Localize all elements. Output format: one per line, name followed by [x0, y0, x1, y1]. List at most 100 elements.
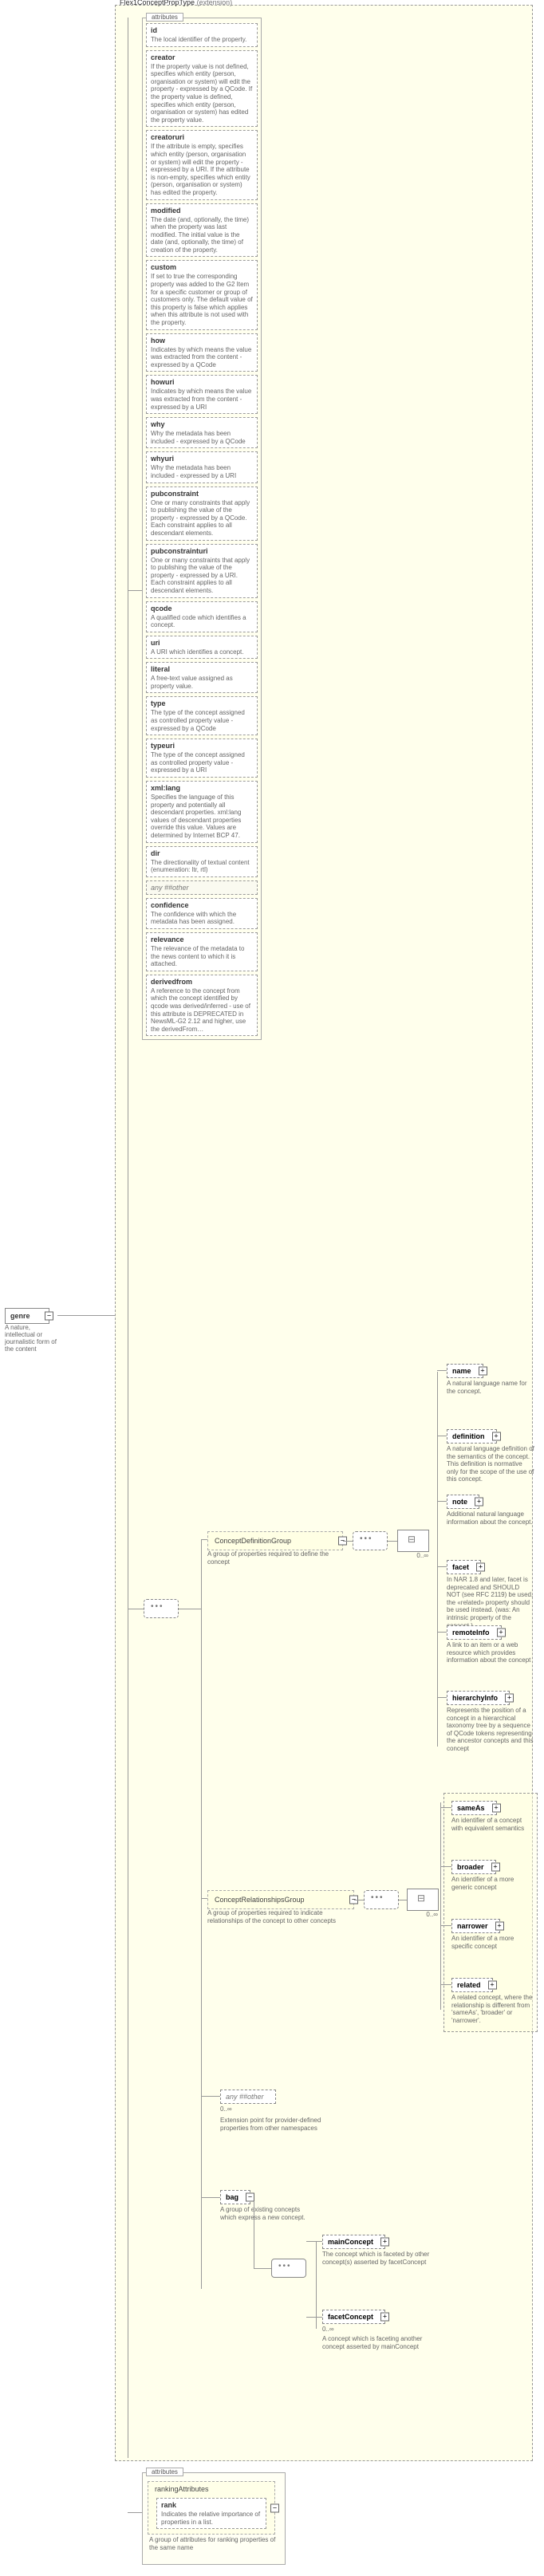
el-name: mainConcept	[328, 2238, 373, 2246]
attr-xml-lang: xml:langSpecifies the language of this p…	[146, 781, 258, 843]
attr-name: uri	[151, 639, 253, 647]
attr-name: confidence	[151, 901, 253, 909]
group-concept-relationships[interactable]: ConceptRelationshipsGroup −	[207, 1890, 354, 1909]
el-doc: An identifier of a more generic concept	[451, 1876, 534, 1891]
choice-connector: 0..∞	[397, 1530, 429, 1552]
expand-icon[interactable]: +	[488, 1981, 497, 1990]
el-name: facetConcept	[328, 2313, 373, 2321]
element-related[interactable]: related+	[451, 1978, 493, 1992]
attr-name: typeuri	[151, 742, 253, 750]
connector	[201, 1539, 207, 1540]
connector	[128, 590, 142, 591]
element-facet-concept[interactable]: facetConcept +	[322, 2310, 385, 2324]
attr-name: custom	[151, 263, 253, 271]
el-name: remoteInfo	[452, 1629, 490, 1637]
el-doc: A group of existing concepts which expre…	[220, 2206, 316, 2221]
attr-name: dir	[151, 849, 253, 857]
root-element[interactable]: genre −	[5, 1308, 49, 1324]
expand-icon[interactable]: +	[505, 1694, 514, 1703]
group-doc: A group of properties required to indica…	[207, 1909, 354, 1924]
group-name: ConceptRelationshipsGroup	[215, 1896, 305, 1904]
attr-name: whyuri	[151, 455, 253, 463]
connector	[201, 1898, 207, 1899]
element-remoteinfo[interactable]: remoteInfo+	[447, 1625, 502, 1640]
attr-name: modified	[151, 207, 253, 215]
attr-name: rank	[161, 2501, 262, 2509]
element-definition[interactable]: definition+	[447, 1429, 497, 1444]
expand-icon[interactable]: +	[380, 2313, 389, 2322]
element-any-other[interactable]: any ##other	[220, 2090, 276, 2104]
expand-icon[interactable]: +	[479, 1367, 487, 1376]
attr-doc: One or many constraints that apply to pu…	[151, 499, 253, 538]
expand-icon[interactable]: +	[491, 1863, 500, 1872]
expand-icon[interactable]: +	[492, 1432, 501, 1441]
el-doc: An identifier of a more specific concept	[451, 1935, 534, 1950]
attr-name: type	[151, 699, 253, 707]
el-doc: An identifier of a concept with equivale…	[451, 1817, 534, 1832]
attr-doc: A URI which identifies a concept.	[151, 648, 253, 656]
attr-id: id The local identifier of the property.	[146, 23, 258, 47]
expand-icon[interactable]: +	[475, 1498, 483, 1507]
attr-rank: rank Indicates the relative importance o…	[156, 2498, 266, 2529]
attr-doc: The date (and, optionally, the time) whe…	[151, 216, 253, 254]
expand-icon[interactable]: +	[476, 1563, 485, 1572]
attr-name: id	[151, 26, 253, 34]
expand-icon[interactable]: +	[380, 2238, 389, 2247]
connector	[440, 1925, 451, 1926]
connector	[437, 1501, 447, 1502]
group-name: rankingAttributes	[155, 2485, 209, 2493]
el-doc: A concept which is faceting another conc…	[322, 2335, 442, 2350]
element-hierarchyinfo[interactable]: hierarchyInfo+	[447, 1691, 510, 1705]
attr-uri: uriA URI which identifies a concept.	[146, 636, 258, 660]
element-narrower[interactable]: narrower+	[451, 1919, 500, 1933]
attr-doc: The relevance of the metadata to the new…	[151, 945, 253, 968]
attr-qcode: qcodeA qualified code which identifies a…	[146, 601, 258, 632]
expand-icon[interactable]: −	[246, 2193, 254, 2202]
element-main-concept[interactable]: mainConcept +	[322, 2235, 385, 2249]
expand-icon[interactable]: +	[495, 1922, 504, 1931]
attr-dir: dirThe directionality of textual content…	[146, 846, 258, 877]
attributes-header: attributes	[146, 2468, 183, 2476]
connector	[440, 1802, 441, 2010]
attr-doc: The type of the concept assigned as cont…	[151, 751, 253, 774]
attr-doc: Why the metadata has been included - exp…	[151, 430, 253, 445]
element-note[interactable]: note+	[447, 1495, 479, 1509]
attr-doc: A free-text value assigned as property v…	[151, 675, 253, 690]
attr-name: creatoruri	[151, 133, 253, 141]
attr-name: relevance	[151, 935, 253, 943]
expand-icon[interactable]: −	[270, 2503, 279, 2512]
expand-icon[interactable]: −	[45, 1312, 53, 1321]
el-name: name	[452, 1367, 471, 1375]
attr-confidence: confidence The confidence with which the …	[146, 898, 258, 929]
attr-doc: One or many constraints that apply to pu…	[151, 557, 253, 595]
connector	[437, 1632, 447, 1633]
attr-doc: The confidence with which the metadata h…	[151, 911, 253, 926]
connector	[306, 2241, 322, 2242]
attr-doc: Indicates the relative importance of pro…	[161, 2511, 262, 2526]
attr-pubconstrainturi: pubconstrainturiOne or many constraints …	[146, 544, 258, 598]
cardinality: 0..∞	[416, 1552, 428, 1559]
attr-doc: A qualified code which identifies a conc…	[151, 614, 253, 629]
element-bag[interactable]: bag −	[220, 2190, 250, 2204]
element-broader[interactable]: broader+	[451, 1860, 496, 1874]
element-name[interactable]: name+	[447, 1364, 483, 1378]
connector	[388, 1541, 397, 1542]
group-ranking-attributes[interactable]: rankingAttributes − rank Indicates the r…	[148, 2481, 275, 2535]
cardinality: 0..∞	[220, 2105, 324, 2113]
expand-icon[interactable]: +	[497, 1629, 506, 1637]
attr-doc: The local identifier of the property.	[151, 36, 253, 44]
el-doc: A natural language name for the concept.	[447, 1380, 534, 1395]
expand-icon[interactable]: +	[492, 1804, 501, 1813]
attr-name: pubconstraint	[151, 490, 253, 498]
el-name: any ##other	[226, 2093, 264, 2101]
attr-doc: Indicates by which means the value was e…	[151, 346, 253, 369]
group-name: ConceptDefinitionGroup	[215, 1537, 291, 1545]
element-sameas[interactable]: sameAs+	[451, 1801, 497, 1815]
attr-creatoruri: creatoruriIf the attribute is empty, spe…	[146, 130, 258, 199]
connector	[437, 1697, 447, 1698]
connector	[437, 1370, 447, 1371]
attr-name: how	[151, 337, 253, 345]
group-concept-definition[interactable]: ConceptDefinitionGroup −	[207, 1531, 343, 1550]
attr-how: howIndicates by which means the value wa…	[146, 333, 258, 372]
element-facet[interactable]: facet+	[447, 1560, 481, 1574]
